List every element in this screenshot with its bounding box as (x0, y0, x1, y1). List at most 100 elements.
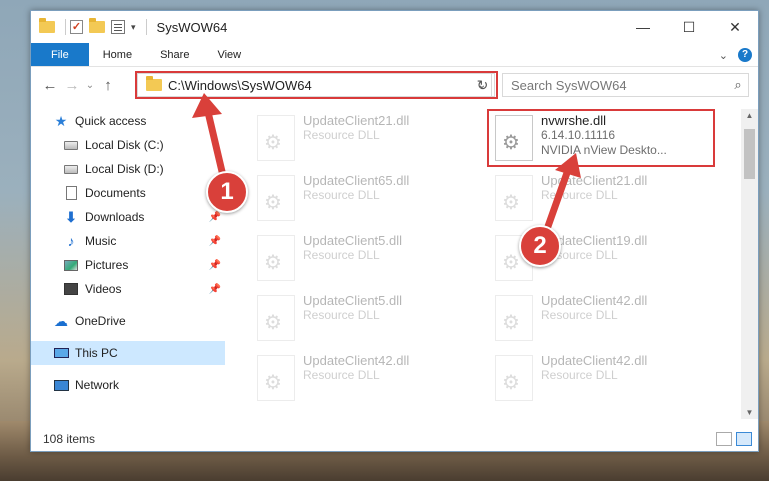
ribbon-tabs: File Home Share View ⌄ ? (31, 43, 758, 67)
sidebar-item-this-pc[interactable]: This PC (31, 341, 225, 365)
sidebar-item-label: Videos (85, 282, 122, 296)
back-arrow-icon[interactable]: ← (39, 77, 61, 94)
tab-share[interactable]: Share (146, 43, 203, 66)
file-item[interactable]: UpdateClient42.dllResource DLL (249, 351, 475, 409)
this-pc-icon (53, 346, 69, 360)
file-type: Resource DLL (303, 128, 380, 142)
properties-icon[interactable] (111, 20, 125, 34)
file-type: Resource DLL (541, 188, 618, 202)
sidebar-item-label: Local Disk (D:) (85, 162, 164, 176)
search-box[interactable]: Search SysWOW64 ⌕ (502, 73, 749, 97)
sidebar-item-label: Network (75, 378, 120, 392)
sidebar-item-label: OneDrive (75, 314, 126, 328)
scroll-down-icon[interactable]: ▼ (741, 408, 758, 417)
title-bar: ✓ ▾ SysWOW64 — ☐ ✕ (31, 11, 758, 43)
file-item[interactable]: UpdateClient21.dllResource DLL (249, 111, 475, 169)
scroll-up-icon[interactable]: ▲ (741, 111, 758, 120)
tab-file[interactable]: File (31, 43, 89, 66)
sidebar-item-downloads[interactable]: ⬇ Downloads 📌 (31, 205, 225, 229)
search-icon[interactable]: ⌕ (728, 77, 748, 93)
file-name: UpdateClient42.dll (303, 353, 410, 368)
pictures-icon (63, 258, 79, 272)
file-item[interactable]: UpdateClient21.dllResource DLL (487, 171, 713, 229)
dll-file-icon (257, 175, 295, 221)
sidebar-item-label: Local Disk (C:) (85, 138, 164, 152)
ribbon-right: ⌄ ? (719, 43, 752, 67)
sidebar-item-local-disk-d[interactable]: Local Disk (D:) (31, 157, 225, 181)
step-2-badge: 2 (519, 225, 561, 267)
network-icon (53, 378, 69, 392)
sidebar-item-network[interactable]: Network (31, 373, 225, 397)
file-item[interactable]: UpdateClient42.dllResource DLL (487, 351, 713, 409)
help-icon[interactable]: ? (738, 48, 752, 62)
separator (65, 19, 66, 35)
sidebar-item-videos[interactable]: Videos 📌 (31, 277, 225, 301)
pin-icon[interactable]: 📌 (209, 284, 221, 295)
file-name: UpdateClient42.dll (541, 353, 648, 368)
sidebar-item-label: Music (85, 234, 117, 248)
sidebar-item-label: Documents (85, 186, 146, 200)
sidebar-item-onedrive[interactable]: ☁ OneDrive (31, 309, 225, 333)
up-arrow-icon[interactable]: ↑ (97, 77, 119, 94)
file-type: Resource DLL (303, 248, 380, 262)
star-icon: ★ (54, 112, 68, 129)
sidebar-item-documents[interactable]: Documents (31, 181, 225, 205)
file-name: UpdateClient21.dll (541, 173, 648, 188)
file-name: UpdateClient42.dll (541, 293, 648, 308)
sidebar-item-pictures[interactable]: Pictures 📌 (31, 253, 225, 277)
file-explorer-window: ✓ ▾ SysWOW64 — ☐ ✕ File Home Share View … (30, 10, 759, 452)
file-highlight-frame (487, 109, 715, 167)
file-item[interactable]: UpdateClient65.dllResource DLL (249, 171, 475, 229)
documents-icon (63, 186, 79, 200)
sidebar-item-music[interactable]: ♪ Music 📌 (31, 229, 225, 253)
pin-icon[interactable]: 📌 (209, 260, 221, 271)
window-title: SysWOW64 (156, 19, 228, 35)
file-type: Resource DLL (303, 308, 380, 322)
large-icons-view-icon[interactable] (736, 432, 752, 446)
tab-view[interactable]: View (203, 43, 255, 66)
onedrive-icon: ☁ (54, 312, 68, 329)
downloads-icon: ⬇ (65, 208, 77, 225)
sidebar-item-local-disk-c[interactable]: Local Disk (C:) (31, 133, 225, 157)
music-icon: ♪ (67, 233, 75, 249)
recent-locations-chevron-icon[interactable]: ⌄ (83, 80, 97, 91)
folder-icon (39, 18, 55, 33)
dll-file-icon (257, 355, 295, 401)
file-item[interactable]: UpdateClient42.dllResource DLL (487, 291, 713, 349)
view-toggle (712, 432, 752, 446)
customize-toolbar-dropdown-icon[interactable]: ▾ (131, 22, 136, 33)
expand-ribbon-chevron-icon[interactable]: ⌄ (719, 49, 728, 62)
address-highlight-frame (135, 71, 498, 99)
file-type: Resource DLL (541, 368, 618, 382)
pin-icon[interactable]: 📌 (209, 212, 221, 223)
scrollbar-thumb[interactable] (744, 129, 755, 179)
sidebar-item-label: Quick access (75, 114, 147, 128)
file-name: UpdateClient5.dll (303, 293, 403, 308)
file-name: UpdateClient65.dll (303, 173, 410, 188)
tab-home[interactable]: Home (89, 43, 146, 66)
status-bar: 108 items (31, 427, 758, 451)
pin-icon[interactable]: 📌 (209, 236, 221, 247)
item-count: 108 items (43, 432, 96, 446)
file-item[interactable]: UpdateClient5.dllResource DLL (249, 231, 475, 289)
close-button[interactable]: ✕ (712, 11, 758, 43)
file-type: Resource DLL (303, 188, 380, 202)
minimize-button[interactable]: — (620, 11, 666, 43)
file-type: Resource DLL (303, 368, 380, 382)
new-folder-icon[interactable] (89, 18, 105, 33)
file-name: UpdateClient5.dll (303, 233, 403, 248)
search-placeholder: Search SysWOW64 (511, 77, 627, 93)
details-view-icon[interactable] (716, 432, 732, 446)
properties-check-icon[interactable]: ✓ (70, 20, 83, 34)
forward-arrow-icon[interactable]: → (61, 77, 83, 94)
sidebar-item-label: Downloads (85, 210, 145, 224)
vertical-scrollbar[interactable]: ▲ ▼ (741, 109, 758, 419)
dll-file-icon (495, 295, 533, 341)
file-name: UpdateClient21.dll (303, 113, 410, 128)
dll-file-icon (257, 115, 295, 161)
drive-icon (63, 162, 79, 176)
sidebar-item-quick-access[interactable]: ★ Quick access (31, 109, 225, 133)
step-1-badge: 1 (206, 171, 248, 213)
file-item[interactable]: UpdateClient5.dllResource DLL (249, 291, 475, 349)
maximize-button[interactable]: ☐ (666, 11, 712, 43)
